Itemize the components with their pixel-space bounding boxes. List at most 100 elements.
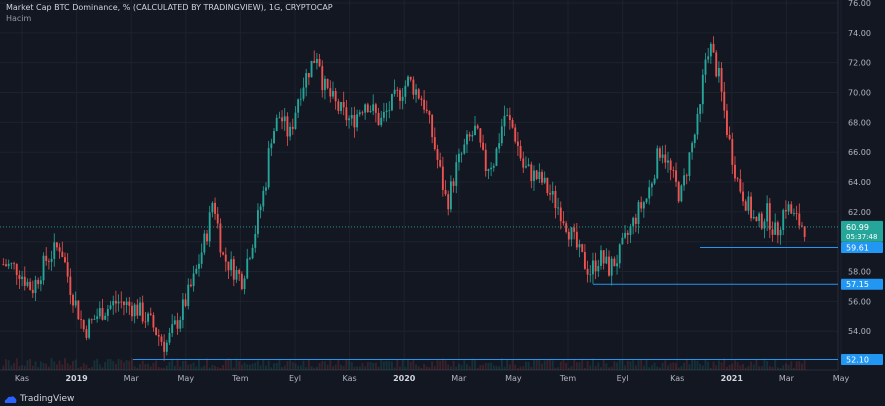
candle-body bbox=[232, 259, 235, 280]
volume-bar bbox=[707, 361, 710, 370]
volume-bar bbox=[39, 361, 42, 370]
volume-bar bbox=[675, 362, 677, 370]
candle-body bbox=[7, 263, 10, 267]
candle-body bbox=[498, 143, 501, 149]
volume-bar bbox=[7, 360, 10, 370]
volume-bar bbox=[634, 365, 637, 370]
volume-bar bbox=[31, 365, 34, 370]
volume-bar bbox=[64, 358, 66, 370]
candle-body bbox=[385, 110, 388, 113]
candle-body bbox=[407, 76, 409, 86]
candle-body bbox=[297, 99, 300, 113]
volume-bar bbox=[728, 364, 731, 370]
candle-body bbox=[648, 187, 651, 199]
volume-bar bbox=[254, 362, 257, 370]
volume-bar bbox=[562, 358, 565, 370]
volume-bar bbox=[171, 358, 174, 370]
candle-body bbox=[562, 221, 565, 224]
candle-body bbox=[85, 329, 88, 338]
volume-bar bbox=[763, 358, 766, 370]
candle-body bbox=[149, 313, 152, 316]
volume-bar bbox=[519, 366, 522, 370]
volume-bar bbox=[112, 361, 115, 370]
volume-bar bbox=[26, 360, 29, 370]
candle-body bbox=[168, 332, 171, 343]
volume-bar bbox=[139, 364, 141, 370]
volume-bar bbox=[484, 363, 487, 370]
candle-body bbox=[696, 113, 699, 135]
candle-body bbox=[270, 143, 273, 149]
candle-body bbox=[101, 308, 104, 320]
candle-body bbox=[144, 321, 147, 323]
volume-bar bbox=[567, 367, 570, 370]
volume-bar bbox=[37, 367, 40, 370]
volume-bar bbox=[13, 363, 15, 370]
volume-bar bbox=[23, 365, 26, 370]
volume-bar bbox=[211, 364, 214, 370]
candle-body bbox=[56, 242, 58, 248]
volume-bar bbox=[669, 363, 672, 370]
volume-bar bbox=[653, 362, 656, 370]
candle-body bbox=[460, 153, 463, 155]
candle-body bbox=[324, 78, 326, 91]
volume-bar bbox=[581, 358, 584, 370]
volume-bar bbox=[742, 364, 744, 370]
volume-bar bbox=[747, 365, 750, 370]
volume-bar bbox=[621, 359, 624, 370]
candle-body bbox=[533, 170, 535, 181]
tradingview-logo[interactable]: TradingView bbox=[4, 394, 74, 404]
volume-bar bbox=[594, 365, 597, 370]
volume-bar bbox=[600, 367, 602, 370]
price-chart[interactable]: Kas 2019 Mar May Tem Eyl Kas 2020 Mar May Tem Eyl Ka… bbox=[0, 0, 885, 406]
volume-bar bbox=[680, 365, 683, 370]
brand-name: TradingView bbox=[20, 394, 75, 404]
volume-bar bbox=[396, 358, 399, 370]
volume-bar bbox=[522, 366, 525, 370]
volume-bar bbox=[243, 362, 246, 370]
volume-bar bbox=[152, 362, 155, 370]
volume-bar bbox=[701, 365, 704, 370]
candle-body bbox=[412, 79, 415, 95]
volume-bar bbox=[466, 363, 468, 370]
candle-body bbox=[449, 181, 452, 210]
candle-body bbox=[632, 217, 635, 227]
x-tick-label: Mar bbox=[124, 374, 140, 383]
candle-body bbox=[798, 213, 801, 226]
volume-bar bbox=[420, 367, 423, 370]
candle-body bbox=[163, 341, 166, 352]
volume-bar bbox=[80, 366, 82, 370]
candle-body bbox=[307, 73, 310, 78]
candle-body bbox=[358, 112, 361, 115]
candle-body bbox=[549, 193, 551, 195]
volume-bar bbox=[717, 360, 720, 370]
volume-bar bbox=[273, 363, 275, 370]
candle-body bbox=[441, 166, 444, 190]
candle-body bbox=[728, 134, 731, 140]
volume-bar bbox=[307, 359, 310, 370]
chart-background bbox=[0, 0, 885, 406]
volume-bar bbox=[506, 359, 509, 370]
volume-bar bbox=[106, 358, 109, 370]
candle-body bbox=[53, 242, 56, 259]
volume-bar bbox=[592, 358, 594, 370]
volume-bar bbox=[474, 359, 476, 370]
volume-bar bbox=[511, 359, 514, 370]
volume-bar bbox=[361, 363, 364, 370]
candle-body bbox=[396, 89, 399, 91]
volume-bar bbox=[554, 367, 557, 370]
volume-bar bbox=[734, 360, 736, 370]
candle-body bbox=[235, 270, 238, 280]
candle-body bbox=[597, 265, 600, 272]
candle-body bbox=[795, 213, 798, 214]
candle-body bbox=[476, 125, 479, 129]
volume-bar bbox=[541, 363, 543, 370]
volume-bar bbox=[66, 363, 69, 370]
volume-bar bbox=[125, 360, 128, 370]
candle-body bbox=[776, 222, 779, 236]
volume-bar bbox=[656, 366, 659, 370]
volume-bar bbox=[313, 367, 316, 370]
candle-body bbox=[801, 225, 803, 227]
volume-bar bbox=[74, 359, 77, 370]
volume-bar bbox=[441, 358, 444, 370]
volume-bar bbox=[21, 365, 24, 370]
